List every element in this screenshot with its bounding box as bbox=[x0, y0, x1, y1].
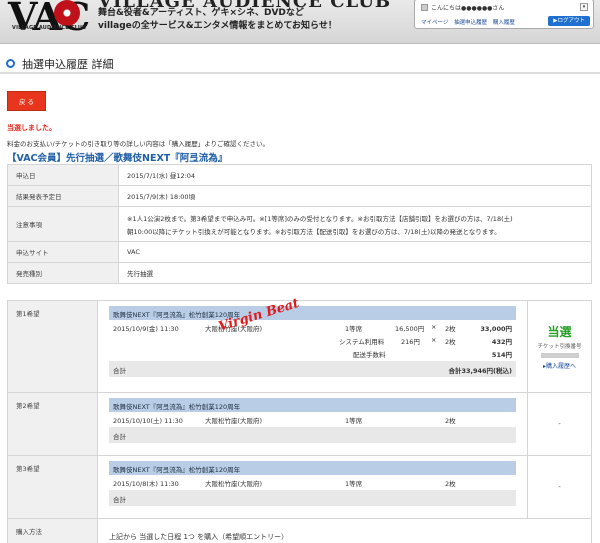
info-value: 2015/7/1(水) 昼12:04 bbox=[118, 164, 592, 186]
system-fee-amount: 432円 bbox=[491, 338, 512, 346]
performance-line: 2015/10/8(木) 11:30 大阪松竹座(大阪府) 1等席 2枚 bbox=[109, 475, 516, 488]
performance-line: 2015/10/10(土) 11:30 大阪松竹座(大阪府) 1等席 2枚 bbox=[109, 412, 516, 425]
preferences-table: 第1希望 歌舞伎NEXT『阿弖流為』松竹創業120周年 2015/10/9(金)… bbox=[7, 300, 592, 543]
preference-content: 歌舞伎NEXT『阿弖流為』松竹創業120周年 2015/10/9(金) 11:3… bbox=[97, 300, 528, 393]
total-line: 合計 bbox=[109, 427, 516, 443]
total-line: 合計 合計33,946円(税込) bbox=[109, 361, 516, 377]
performance-title: 歌舞伎NEXT『阿弖流為』松竹創業120周年 bbox=[109, 461, 516, 475]
quantity: 2枚 bbox=[445, 417, 456, 425]
user-links: マイページ 抽選申込履歴 購入履歴 bbox=[421, 18, 519, 26]
purchase-method-label: 購入方法 bbox=[7, 518, 98, 543]
seat-type: 1等席 bbox=[345, 325, 363, 333]
info-row-result-date: 結果発表予定日 2015/7/9(木) 18:00頃 bbox=[7, 185, 592, 207]
system-fee-qty: 2枚 bbox=[445, 338, 456, 346]
preference-row-3: 第3希望 歌舞伎NEXT『阿弖流為』松竹創業120周年 2015/10/8(木)… bbox=[7, 455, 592, 519]
unit-price: 16,500円 bbox=[395, 325, 425, 333]
ticket-number-label: チケット引換番号 bbox=[537, 344, 582, 350]
delivery-fee-label: 配送手数料 bbox=[353, 351, 386, 359]
won-message: 当選しました。 bbox=[7, 124, 56, 132]
page-title: 抽選申込履歴 詳細 bbox=[22, 58, 114, 71]
purchase-method-row: 購入方法 上記から 当選した日程 1つ を購入（希望順エントリー） bbox=[7, 518, 592, 543]
back-button[interactable]: 戻 る bbox=[7, 91, 46, 111]
entry-title: 【VAC会員】先行抽選／歌舞伎NEXT『阿弖流為』 bbox=[7, 153, 228, 164]
seat-type: 1等席 bbox=[345, 480, 363, 488]
preference-label: 第1希望 bbox=[7, 300, 98, 393]
system-fee-line: システム利用料 216円 × 2枚 432円 bbox=[109, 333, 516, 346]
info-row-notes: 注意事項 ※1人1公演2枚まで。第3希望まで申込み可。※[1等席]のみの受付とな… bbox=[7, 206, 592, 242]
times-sign: × bbox=[431, 336, 437, 344]
info-value: 先行抽選 bbox=[118, 262, 592, 284]
performance-venue: 大阪松竹座(大阪府) bbox=[205, 480, 263, 488]
dropdown-icon[interactable]: ▾ bbox=[580, 3, 588, 11]
purchase-method-text: 上記から 当選した日程 1つ を購入（希望順エントリー） bbox=[109, 533, 289, 541]
notes-line-1: ※1人1公演2枚まで。第3希望まで申込み可。※[1等席]のみの受付となります。※… bbox=[127, 214, 513, 223]
site-header: VAC VILLAGE AUDIENCE CLUB VILLAGE AUDIEN… bbox=[0, 0, 600, 44]
ticket-number-redacted bbox=[540, 353, 579, 358]
info-value: 2015/7/9(木) 18:00頃 bbox=[118, 185, 592, 207]
tagline-line-2: villageの全サービス&エンタメ情報をまとめてお知らせ！ bbox=[98, 21, 337, 31]
system-fee-unit: 216円 bbox=[401, 338, 420, 346]
total-label: 合計 bbox=[113, 367, 126, 375]
status-won: 当選 bbox=[547, 325, 572, 339]
info-value: VAC bbox=[118, 241, 592, 263]
link-mypage[interactable]: マイページ bbox=[421, 20, 448, 26]
preference-row-2: 第2希望 歌舞伎NEXT『阿弖流為』松竹創業120周年 2015/10/10(土… bbox=[7, 392, 592, 456]
performance-title: 歌舞伎NEXT『阿弖流為』松竹創業120周年 bbox=[109, 306, 516, 320]
preference-status: 当選 チケット引換番号 ▸購入履歴へ bbox=[527, 300, 592, 393]
total-amount: 合計33,946円(税込) bbox=[448, 367, 512, 375]
preference-content: 歌舞伎NEXT『阿弖流為』松竹創業120周年 2015/10/8(木) 11:3… bbox=[97, 455, 528, 519]
performance-title: 歌舞伎NEXT『阿弖流為』松竹創業120周年 bbox=[109, 398, 516, 412]
delivery-fee-amount: 514円 bbox=[491, 351, 512, 359]
logout-button[interactable]: ▶ログアウト bbox=[548, 16, 590, 26]
performance-date: 2015/10/9(金) 11:30 bbox=[113, 325, 179, 333]
total-line: 合計 bbox=[109, 490, 516, 506]
preference-status: - bbox=[527, 455, 592, 519]
info-label: 申込サイト bbox=[7, 241, 119, 263]
info-row-sale-type: 発売種別 先行抽選 bbox=[7, 262, 592, 284]
greeting: こんにちは●●●●●●さん bbox=[431, 5, 505, 12]
info-row-apply-date: 申込日 2015/7/1(水) 昼12:04 bbox=[7, 164, 592, 186]
times-sign: × bbox=[431, 323, 437, 331]
preference-row-1: 第1希望 歌舞伎NEXT『阿弖流為』松竹創業120周年 2015/10/9(金)… bbox=[7, 300, 592, 393]
info-row-site: 申込サイト VAC bbox=[7, 241, 592, 263]
purchase-method-value: 上記から 当選した日程 1つ を購入（希望順エントリー） bbox=[97, 518, 592, 543]
page-title-bar: 抽選申込履歴 詳細 bbox=[0, 52, 600, 74]
tagline-line-1: 舞台&役者&アーティスト、ゲキ×シネ、DVDなど bbox=[98, 8, 304, 18]
preference-status: - bbox=[527, 392, 592, 456]
total-label: 合計 bbox=[113, 433, 126, 441]
info-label: 申込日 bbox=[7, 164, 119, 186]
info-label: 発売種別 bbox=[7, 262, 119, 284]
entry-info-table: 申込日 2015/7/1(水) 昼12:04 結果発表予定日 2015/7/9(… bbox=[7, 164, 592, 284]
link-purchase-history[interactable]: 購入履歴 bbox=[493, 20, 515, 26]
quantity: 2枚 bbox=[445, 325, 456, 333]
info-value: ※1人1公演2枚まで。第3希望まで申込み可。※[1等席]のみの受付となります。※… bbox=[118, 206, 592, 242]
info-label: 結果発表予定日 bbox=[7, 185, 119, 207]
logo-disc-icon bbox=[54, 0, 80, 26]
title-bullet-icon bbox=[6, 59, 15, 68]
preference-label: 第3希望 bbox=[7, 455, 98, 519]
performance-date: 2015/10/10(土) 11:30 bbox=[113, 417, 183, 425]
tagline: 舞台&役者&アーティスト、ゲキ×シネ、DVDなど villageの全サービス&エ… bbox=[98, 7, 337, 33]
subtotal-amount: 33,000円 bbox=[480, 325, 512, 333]
performance-date: 2015/10/8(木) 11:30 bbox=[113, 480, 179, 488]
performance-venue: 大阪松竹座(大阪府) bbox=[205, 417, 263, 425]
performance-line: 2015/10/9(金) 11:30 大阪松竹座(大阪府) 1等席 16,500… bbox=[109, 320, 516, 333]
total-label: 合計 bbox=[113, 496, 126, 504]
preference-content: 歌舞伎NEXT『阿弖流為』松竹創業120周年 2015/10/10(土) 11:… bbox=[97, 392, 528, 456]
user-box: こんにちは●●●●●●さん ▾ マイページ 抽選申込履歴 購入履歴 ▶ログアウト bbox=[414, 0, 594, 29]
link-lottery-history[interactable]: 抽選申込履歴 bbox=[454, 20, 487, 26]
notes-line-2: 朝10:00以降にチケット引換えが可能となります。※お引取方法【配送引取】をお選… bbox=[127, 227, 501, 236]
logo-caption: VILLAGE AUDIENCE CLUB bbox=[12, 25, 87, 31]
vac-logo[interactable]: VAC VILLAGE AUDIENCE CLUB bbox=[6, 0, 90, 42]
system-fee-label: システム利用料 bbox=[339, 338, 385, 346]
info-label: 注意事項 bbox=[7, 206, 119, 242]
preference-label: 第2希望 bbox=[7, 392, 98, 456]
purchase-history-link[interactable]: ▸購入履歴へ bbox=[528, 361, 591, 370]
payment-note: 料金のお支払い/チケットの引き取り等の詳しい内容は「購入履歴」よりご確認ください… bbox=[7, 140, 270, 148]
delivery-fee-line: 配送手数料 514円 bbox=[109, 346, 516, 359]
seat-type: 1等席 bbox=[345, 417, 363, 425]
user-icon bbox=[421, 4, 428, 11]
quantity: 2枚 bbox=[445, 480, 456, 488]
